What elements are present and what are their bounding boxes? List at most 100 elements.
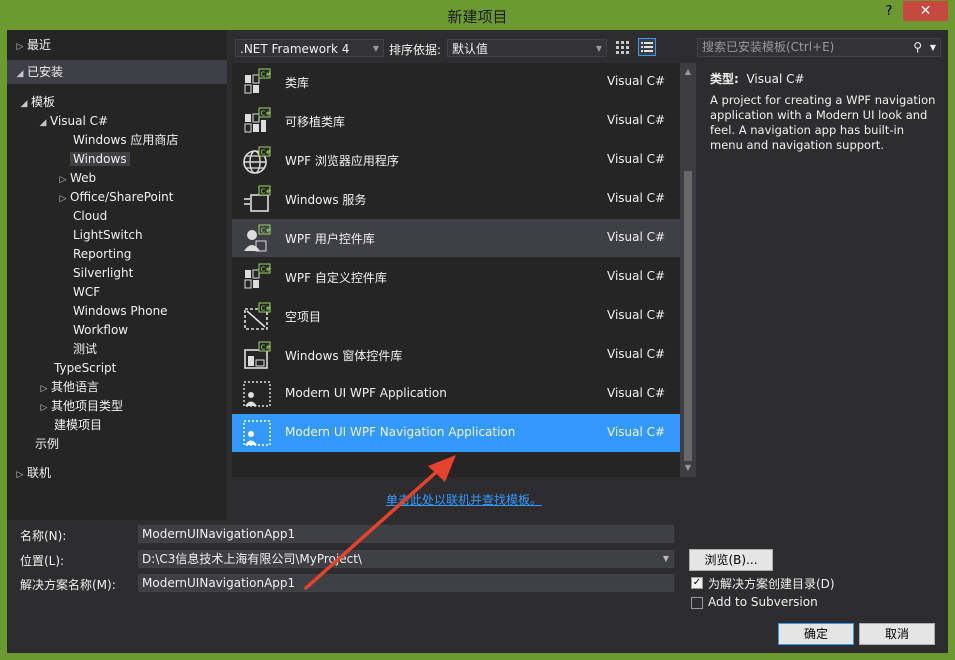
template-item[interactable]: C# 类库 Visual C# — [232, 63, 680, 101]
template-item[interactable]: C# 空项目 Visual C# — [232, 297, 680, 335]
tree-item-reporting[interactable]: Reporting — [73, 245, 131, 263]
template-name: 类库 — [285, 76, 310, 90]
solution-field[interactable]: ModernUINavigationApp1 — [138, 574, 674, 592]
tree-item-label: 最近 — [27, 38, 52, 52]
tree-item-label: 联机 — [27, 466, 52, 480]
close-button[interactable]: ✕ — [903, 1, 948, 21]
tree-item-wcf[interactable]: WCF — [73, 283, 100, 301]
create-directory-checkbox[interactable]: ✓ — [691, 577, 703, 589]
tree-item-typescript[interactable]: TypeScript — [54, 359, 116, 377]
tree-item-office-sharepoint[interactable]: ▷ Office/SharePoint — [56, 188, 174, 206]
template-language: Visual C# — [607, 269, 666, 283]
expand-arrow-icon[interactable]: ▷ — [13, 38, 27, 56]
custom-control-icon: C# — [244, 263, 271, 289]
tree-item-installed[interactable]: ◢ 已安装 — [13, 63, 63, 81]
tree-item-label: 已安装 — [27, 65, 64, 79]
tree-item-label: Windows — [70, 152, 130, 166]
template-language: Visual C# — [607, 74, 666, 88]
browse-button[interactable]: 浏览(B)... — [689, 549, 773, 571]
tree-item-other-project-types[interactable]: ▷ 其他项目类型 — [37, 397, 123, 415]
tree-item-templates[interactable]: ◢ 模板 — [17, 93, 55, 111]
location-value: D:\C3信息技术上海有限公司\MyProject\ — [142, 552, 362, 566]
expand-arrow-icon[interactable]: ▷ — [37, 380, 51, 398]
tree-item-windows-phone[interactable]: Windows Phone — [73, 302, 168, 320]
help-button[interactable]: ? — [880, 3, 898, 21]
location-field[interactable]: D:\C3信息技术上海有限公司\MyProject\ ▼ — [138, 550, 674, 568]
tree-item-modeling[interactable]: 建模项目 — [54, 416, 102, 434]
dialog-client: ▷ 最近 ◢ 已安装 ◢ 模板 ◢ Visual C# Windows 应用商店 Win… — [7, 30, 948, 653]
collapse-arrow-icon[interactable]: ◢ — [13, 65, 27, 83]
tree-item-lightswitch[interactable]: LightSwitch — [73, 226, 143, 244]
add-to-subversion-checkbox[interactable] — [691, 597, 703, 609]
list-scrollbar[interactable]: ▲ ▼ — [680, 63, 696, 477]
search-input[interactable]: 搜索已安装模板(Ctrl+E) ⚲ ▼ — [697, 38, 941, 57]
expand-arrow-icon[interactable]: ▷ — [56, 171, 70, 189]
name-value: ModernUINavigationApp1 — [142, 527, 296, 541]
description-panel: 类型: Visual C# A project for creating a W… — [702, 63, 948, 477]
tree-item-visual-csharp[interactable]: ◢ Visual C# — [36, 112, 109, 132]
template-item[interactable]: C# Windows 服务 Visual C# — [232, 180, 680, 218]
scroll-thumb[interactable] — [684, 171, 692, 461]
template-language: Visual C# — [607, 308, 666, 322]
create-directory-label: 为解决方案创建目录(D) — [708, 577, 835, 591]
template-item[interactable]: C# WPF 用户控件库 Visual C# — [232, 219, 680, 257]
scroll-down-icon[interactable]: ▼ — [680, 461, 696, 475]
svg-text:C#: C# — [261, 149, 272, 157]
scroll-up-icon[interactable]: ▲ — [680, 65, 696, 79]
expand-arrow-icon[interactable]: ▷ — [56, 190, 70, 208]
ok-button[interactable]: 确定 — [778, 623, 854, 645]
template-item-selected[interactable]: Modern UI WPF Navigation Application Vis… — [232, 414, 680, 452]
svg-text:C#: C# — [261, 227, 272, 235]
name-label: 名称(N): — [20, 529, 67, 543]
list-view-icon[interactable] — [638, 38, 656, 56]
tree-item-windows[interactable]: Windows — [70, 150, 130, 168]
tree-item-label: Visual C# — [50, 114, 109, 128]
tree-item-online[interactable]: ▷ 联机 — [13, 464, 51, 482]
template-item[interactable]: C# WPF 浏览器应用程序 Visual C# — [232, 141, 680, 179]
tree-item-test[interactable]: 测试 — [73, 340, 97, 358]
template-name: Modern UI WPF Navigation Application — [285, 425, 516, 439]
template-language: Visual C# — [607, 425, 666, 439]
tree-item-windows-store[interactable]: Windows 应用商店 — [73, 131, 178, 149]
svg-text:C#: C# — [261, 344, 272, 352]
tree-item-silverlight[interactable]: Silverlight — [73, 264, 133, 282]
title-bar: 新建项目 ? ✕ — [0, 0, 955, 30]
template-item[interactable]: C# 可移植类库 Visual C# — [232, 102, 680, 140]
template-item[interactable]: C# WPF 自定义控件库 Visual C# — [232, 258, 680, 296]
tree-item-samples[interactable]: 示例 — [35, 435, 59, 453]
tree-item-other-languages[interactable]: ▷ 其他语言 — [37, 378, 99, 396]
template-name: Modern UI WPF Application — [285, 386, 447, 400]
template-language: Visual C# — [607, 347, 666, 361]
tree-item-label: 模板 — [31, 95, 56, 109]
sort-value: 默认值 — [452, 42, 489, 56]
template-name: Windows 服务 — [285, 193, 367, 207]
globe-icon: C# — [243, 146, 272, 174]
collapse-arrow-icon[interactable]: ◢ — [36, 114, 50, 132]
tree-item-web[interactable]: ▷ Web — [56, 169, 97, 189]
template-item[interactable]: Modern UI WPF Application Visual C# — [232, 375, 680, 413]
template-tree: ▷ 最近 ◢ 已安装 ◢ 模板 ◢ Visual C# Windows 应用商店 Win… — [7, 30, 227, 520]
grid-view-icon[interactable] — [613, 38, 631, 56]
tree-item-recent[interactable]: ▷ 最近 — [13, 36, 51, 54]
tree-item-workflow[interactable]: Workflow — [73, 321, 128, 339]
expand-arrow-icon[interactable]: ▷ — [37, 399, 51, 417]
tree-item-cloud[interactable]: Cloud — [73, 207, 107, 225]
chevron-down-icon[interactable]: ▼ — [930, 39, 936, 56]
tree-item-label: 其他语言 — [51, 380, 100, 394]
template-name: WPF 自定义控件库 — [285, 271, 387, 285]
framework-dropdown[interactable]: .NET Framework 4 ▼ — [235, 39, 384, 57]
description-text: A project for creating a WPF navigation … — [710, 93, 936, 152]
collapse-arrow-icon[interactable]: ◢ — [17, 95, 31, 113]
chevron-down-icon[interactable]: ▼ — [663, 551, 669, 567]
template-language: Visual C# — [607, 152, 666, 166]
location-label: 位置(L): — [20, 554, 65, 568]
svg-text:C#: C# — [261, 305, 272, 313]
online-templates-link[interactable]: 单击此处以联机并查找模板。 — [386, 491, 542, 508]
cancel-button[interactable]: 取消 — [859, 623, 935, 645]
expand-arrow-icon[interactable]: ▷ — [13, 466, 27, 484]
search-icon[interactable]: ⚲ — [913, 39, 922, 56]
sort-dropdown[interactable]: 默认值 ▼ — [447, 39, 607, 57]
template-list: C# 类库 Visual C# C# 可移植类库 Visual C# C# WP… — [232, 63, 680, 477]
name-field[interactable]: ModernUINavigationApp1 — [138, 525, 674, 543]
template-item[interactable]: C# Windows 窗体控件库 Visual C# — [232, 336, 680, 374]
